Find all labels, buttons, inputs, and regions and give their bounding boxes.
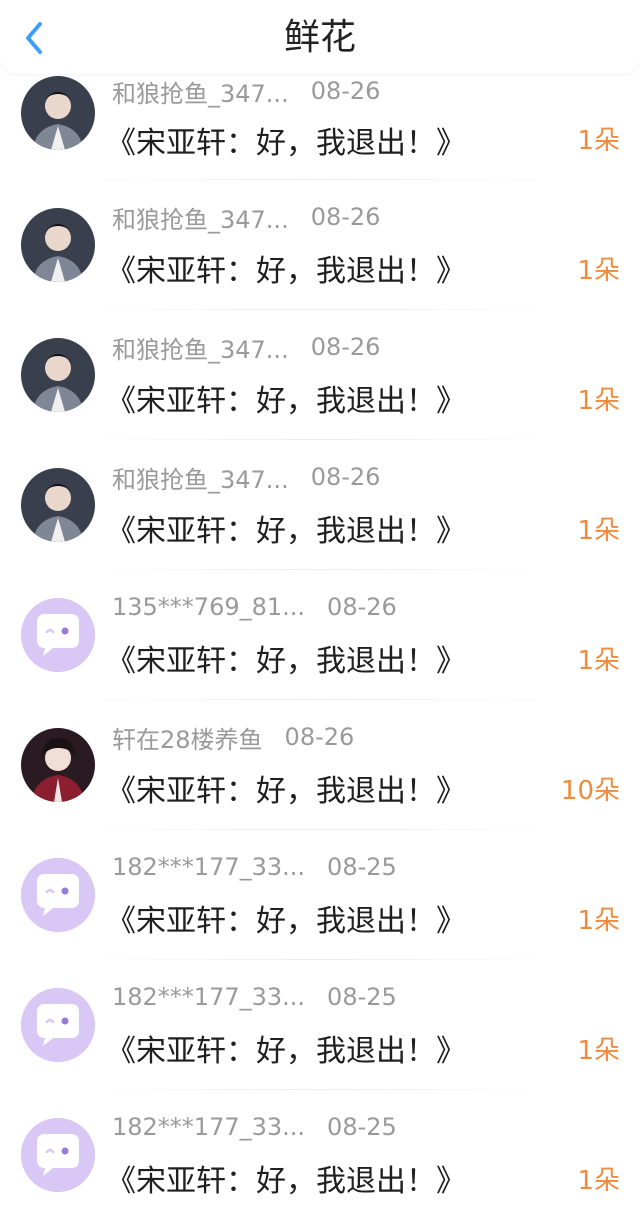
list-item[interactable]: 182***177_33... 08-25 《宋亚轩：好，我退出！》 1朵 [0, 830, 640, 960]
sender-meta: 135***769_81... 08-26 [112, 592, 397, 622]
send-date: 08-26 [310, 203, 381, 231]
sender-meta: 182***177_33... 08-25 [112, 1112, 397, 1142]
list-item[interactable]: 和狼抢鱼_347... 08-26 《宋亚轩：好，我退出！》 1朵 [0, 440, 640, 570]
gift-message: 《宋亚轩：好，我退出！》 [106, 1034, 466, 1069]
gift-message: 《宋亚轩：好，我退出！》 [106, 774, 466, 809]
send-date: 08-25 [327, 983, 397, 1011]
user-photo-icon [21, 338, 95, 412]
chat-bubble-icon [21, 858, 95, 932]
sender-name: 135***769_81... [112, 593, 306, 621]
user-photo-icon [21, 728, 95, 802]
list-item[interactable]: 135***769_81... 08-26 《宋亚轩：好，我退出！》 1朵 [0, 570, 640, 700]
sender-name: 和狼抢鱼_347... [112, 465, 289, 494]
list-item[interactable]: 和狼抢鱼_347... 08-26 《宋亚轩：好，我退出！》 1朵 [0, 310, 640, 440]
gift-message: 《宋亚轩：好，我退出！》 [106, 1164, 466, 1199]
sender-name: 182***177_33... [112, 853, 306, 881]
flower-count: 1朵 [577, 1166, 620, 1196]
avatar[interactable] [21, 208, 95, 282]
avatar[interactable] [21, 1118, 95, 1192]
list-item[interactable]: 182***177_33... 08-25 《宋亚轩：好，我退出！》 1朵 [0, 960, 640, 1090]
send-date: 08-26 [310, 77, 381, 105]
avatar[interactable] [21, 598, 95, 672]
flower-count: 1朵 [577, 386, 620, 416]
avatar[interactable] [21, 858, 95, 932]
gift-message: 《宋亚轩：好，我退出！》 [106, 254, 466, 289]
send-date: 08-26 [327, 593, 397, 621]
flower-count: 1朵 [577, 256, 620, 286]
flower-count: 1朵 [577, 516, 620, 546]
chat-bubble-icon [21, 1118, 95, 1192]
flower-count: 1朵 [577, 906, 620, 936]
avatar[interactable] [21, 76, 95, 150]
sender-meta: 和狼抢鱼_347... 08-26 [112, 332, 381, 364]
chat-bubble-icon [21, 598, 95, 672]
chat-bubble-icon [21, 988, 95, 1062]
page-title: 鲜花 [283, 17, 356, 58]
sender-name: 和狼抢鱼_347... [112, 335, 289, 364]
avatar[interactable] [21, 988, 95, 1062]
sender-name: 182***177_33... [112, 983, 306, 1011]
user-photo-icon [21, 468, 95, 542]
flower-gift-list: 和狼抢鱼_347... 08-26 《宋亚轩：好，我退出！》 1朵 和狼抢鱼_3… [0, 74, 640, 1220]
sender-meta: 182***177_33... 08-25 [112, 852, 397, 882]
flower-count: 1朵 [577, 126, 620, 156]
sender-meta: 182***177_33... 08-25 [112, 982, 397, 1012]
gift-message: 《宋亚轩：好，我退出！》 [106, 384, 466, 419]
avatar[interactable] [21, 338, 95, 412]
list-item[interactable]: 轩在28楼养鱼 08-26 《宋亚轩：好，我退出！》 10朵 [0, 700, 640, 830]
sender-meta: 轩在28楼养鱼 08-26 [112, 722, 355, 754]
avatar[interactable] [21, 728, 95, 802]
send-date: 08-26 [284, 723, 355, 751]
sender-name: 和狼抢鱼_347... [112, 205, 289, 234]
send-date: 08-25 [327, 1113, 397, 1141]
gift-message: 《宋亚轩：好，我退出！》 [106, 644, 466, 679]
send-date: 08-26 [310, 333, 381, 361]
sender-name: 和狼抢鱼_347... [112, 79, 289, 108]
gift-message: 《宋亚轩：好，我退出！》 [106, 904, 466, 939]
gift-message: 《宋亚轩：好，我退出！》 [106, 514, 466, 549]
user-photo-icon [21, 76, 95, 150]
list-item[interactable]: 和狼抢鱼_347... 08-26 《宋亚轩：好，我退出！》 1朵 [0, 74, 640, 180]
sender-meta: 和狼抢鱼_347... 08-26 [112, 202, 381, 234]
send-date: 08-26 [310, 463, 381, 491]
sender-name: 182***177_33... [112, 1113, 306, 1141]
list-item[interactable]: 和狼抢鱼_347... 08-26 《宋亚轩：好，我退出！》 1朵 [0, 180, 640, 310]
gift-message: 《宋亚轩：好，我退出！》 [106, 126, 466, 161]
send-date: 08-25 [327, 853, 397, 881]
sender-meta: 和狼抢鱼_347... 08-26 [112, 462, 381, 494]
top-bar: 鲜花 [0, 0, 640, 74]
sender-name: 轩在28楼养鱼 [112, 725, 263, 754]
flower-count: 10朵 [560, 776, 620, 806]
avatar[interactable] [21, 468, 95, 542]
flower-count: 1朵 [577, 1036, 620, 1066]
user-photo-icon [21, 208, 95, 282]
list-item[interactable]: 182***177_33... 08-25 《宋亚轩：好，我退出！》 1朵 [0, 1090, 640, 1220]
sender-meta: 和狼抢鱼_347... 08-26 [112, 76, 381, 108]
flower-count: 1朵 [577, 646, 620, 676]
